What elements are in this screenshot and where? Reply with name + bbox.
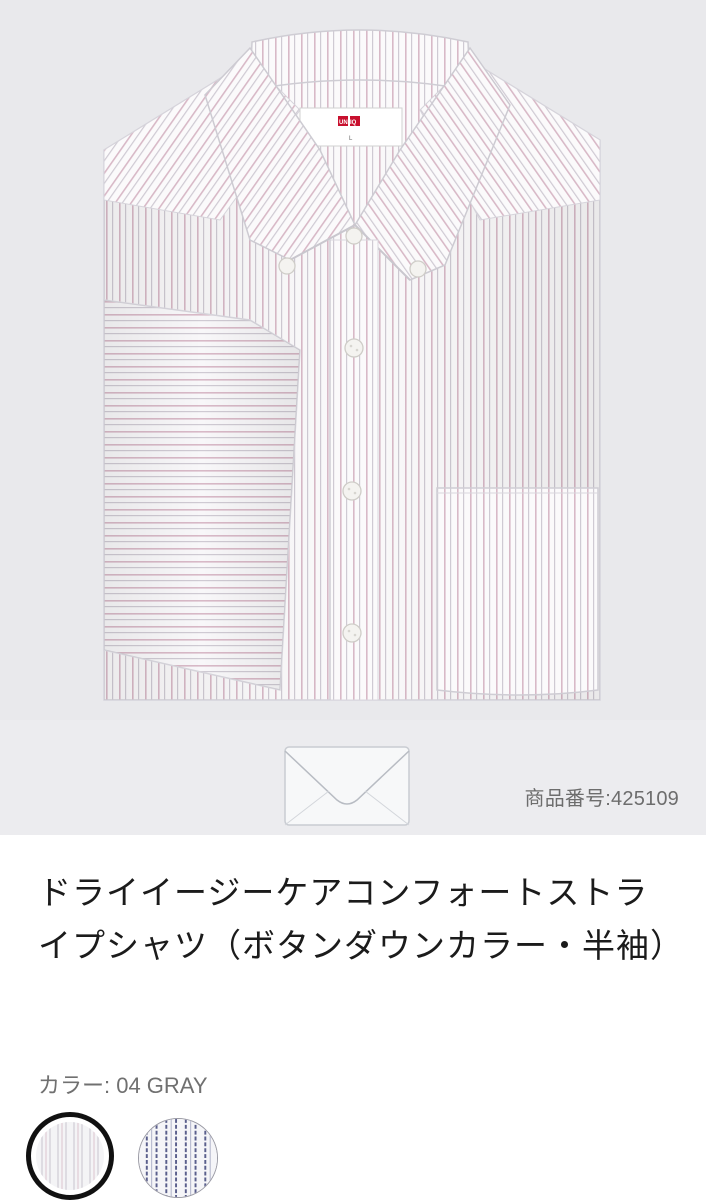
product-code: 商品番号:425109 <box>524 788 679 810</box>
envelope-icon[interactable] <box>283 745 411 827</box>
swatch-gray-stripe[interactable] <box>26 1112 114 1200</box>
product-title: ドライイージーケアコンフォートストライプシャツ（ボタンダウンカラー・半袖） <box>38 874 684 964</box>
svg-text:UN: UN <box>339 120 348 126</box>
product-image[interactable]: UN IQ L <box>0 0 706 720</box>
thumbnail-strip: 商品番号:425109 <box>0 720 706 835</box>
svg-text:IQ: IQ <box>350 120 357 126</box>
color-swatches <box>26 1112 276 1200</box>
product-page: UN IQ L 商品番号:425109 ドライイージーケアコンフォートストライプ… <box>0 0 706 1200</box>
gray-stripe-swatch-image <box>36 1122 104 1190</box>
product-hero: UN IQ L 商品番号:425109 <box>0 0 706 835</box>
selected-color-label: カラー: 04 GRAY <box>38 1073 208 1098</box>
swatch-navy-stripe[interactable] <box>138 1118 218 1198</box>
navy-stripe-swatch-image <box>139 1119 217 1197</box>
